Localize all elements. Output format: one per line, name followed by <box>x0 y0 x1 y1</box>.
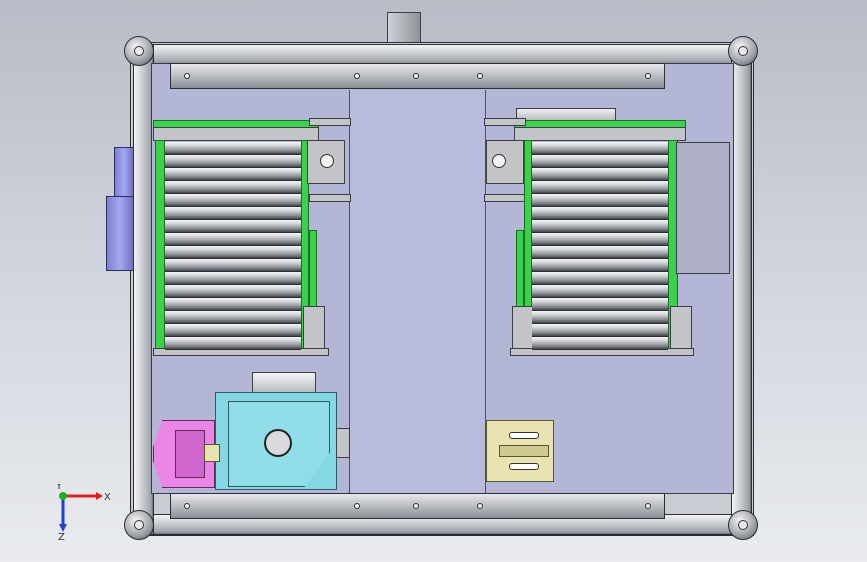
slide-slot-bottom <box>509 463 539 470</box>
roller <box>532 142 668 155</box>
left-gearbox <box>114 147 134 197</box>
pusher-cylinder-body <box>252 372 316 394</box>
right-conveyor-foot <box>512 306 534 352</box>
cad-viewport: { "axis_triad": { "x_label": "X", "y_lab… <box>0 0 867 562</box>
right-conveyor-rollers <box>532 142 668 354</box>
roller <box>532 168 668 181</box>
rail-bolt <box>413 503 419 509</box>
roller <box>532 298 668 311</box>
slide-rail <box>499 445 549 457</box>
left-conveyor-bracket-top <box>309 118 351 126</box>
top-extrusion <box>133 44 751 65</box>
roller <box>165 298 301 311</box>
rail-bolt <box>354 503 360 509</box>
rail-bolt <box>645 73 651 79</box>
roller <box>532 324 668 337</box>
roller <box>532 246 668 259</box>
gripper-jaw <box>175 430 205 478</box>
roller <box>165 337 301 350</box>
left-conveyor-foot <box>303 306 325 352</box>
roller <box>532 155 668 168</box>
roller <box>165 233 301 246</box>
roller <box>532 311 668 324</box>
pusher-valve-icon <box>264 429 292 457</box>
corner-foot-top-left <box>124 36 154 66</box>
roller <box>165 285 301 298</box>
roller <box>165 272 301 285</box>
z-axis-label: Z <box>58 532 65 543</box>
pusher-block <box>215 392 337 490</box>
roller <box>165 220 301 233</box>
roller <box>532 259 668 272</box>
top-mount-block <box>387 12 421 44</box>
top-linear-rail <box>170 63 665 89</box>
right-conveyor-housing <box>676 142 730 274</box>
left-conveyor-side-left <box>155 140 165 355</box>
right-conveyor-bracket-mid <box>484 194 526 202</box>
rail-bolt <box>184 73 190 79</box>
roller <box>532 220 668 233</box>
axis-triad: X Y Z <box>55 484 111 543</box>
slide-slot-top <box>509 432 539 439</box>
roller <box>532 181 668 194</box>
right-conveyor-foot-right <box>670 306 692 352</box>
roller <box>532 285 668 298</box>
rail-bolt <box>645 503 651 509</box>
bottom-linear-rail <box>170 493 665 519</box>
x-axis-label: X <box>104 492 111 503</box>
roller <box>532 337 668 350</box>
right-conveyor-bracket-top <box>484 118 526 126</box>
roller <box>165 181 301 194</box>
left-conveyor-top-plate <box>153 127 319 141</box>
left-drive-motor <box>106 196 134 271</box>
roller <box>532 272 668 285</box>
roller <box>165 259 301 272</box>
roller <box>165 168 301 181</box>
rail-bolt <box>413 73 419 79</box>
right-conveyor-shaft-circle <box>492 154 506 168</box>
roller <box>165 194 301 207</box>
right-extrusion <box>731 44 752 535</box>
roller <box>165 207 301 220</box>
rail-bolt <box>477 73 483 79</box>
slide-plate <box>486 420 554 482</box>
roller <box>165 246 301 259</box>
corner-foot-bottom-right <box>728 510 758 540</box>
right-conveyor-top-plate <box>514 127 686 141</box>
roller <box>165 155 301 168</box>
roller <box>165 311 301 324</box>
roller <box>165 324 301 337</box>
roller <box>532 207 668 220</box>
left-conveyor-bracket-mid <box>309 194 351 202</box>
rail-bolt <box>184 503 190 509</box>
roller <box>532 194 668 207</box>
left-conveyor <box>153 118 353 368</box>
rail-bolt <box>477 503 483 509</box>
left-conveyor-shaft-circle <box>320 154 334 168</box>
corner-foot-top-right <box>728 36 758 66</box>
roller <box>532 233 668 246</box>
rail-bolt <box>354 73 360 79</box>
right-conveyor <box>484 108 734 370</box>
corner-foot-bottom-left <box>124 510 154 540</box>
roller <box>165 142 301 155</box>
y-axis-label: Y <box>55 484 63 492</box>
gripper-sensor <box>204 444 220 462</box>
pusher-rod <box>336 428 350 458</box>
center-channel <box>350 90 485 493</box>
left-conveyor-rollers <box>165 142 301 354</box>
